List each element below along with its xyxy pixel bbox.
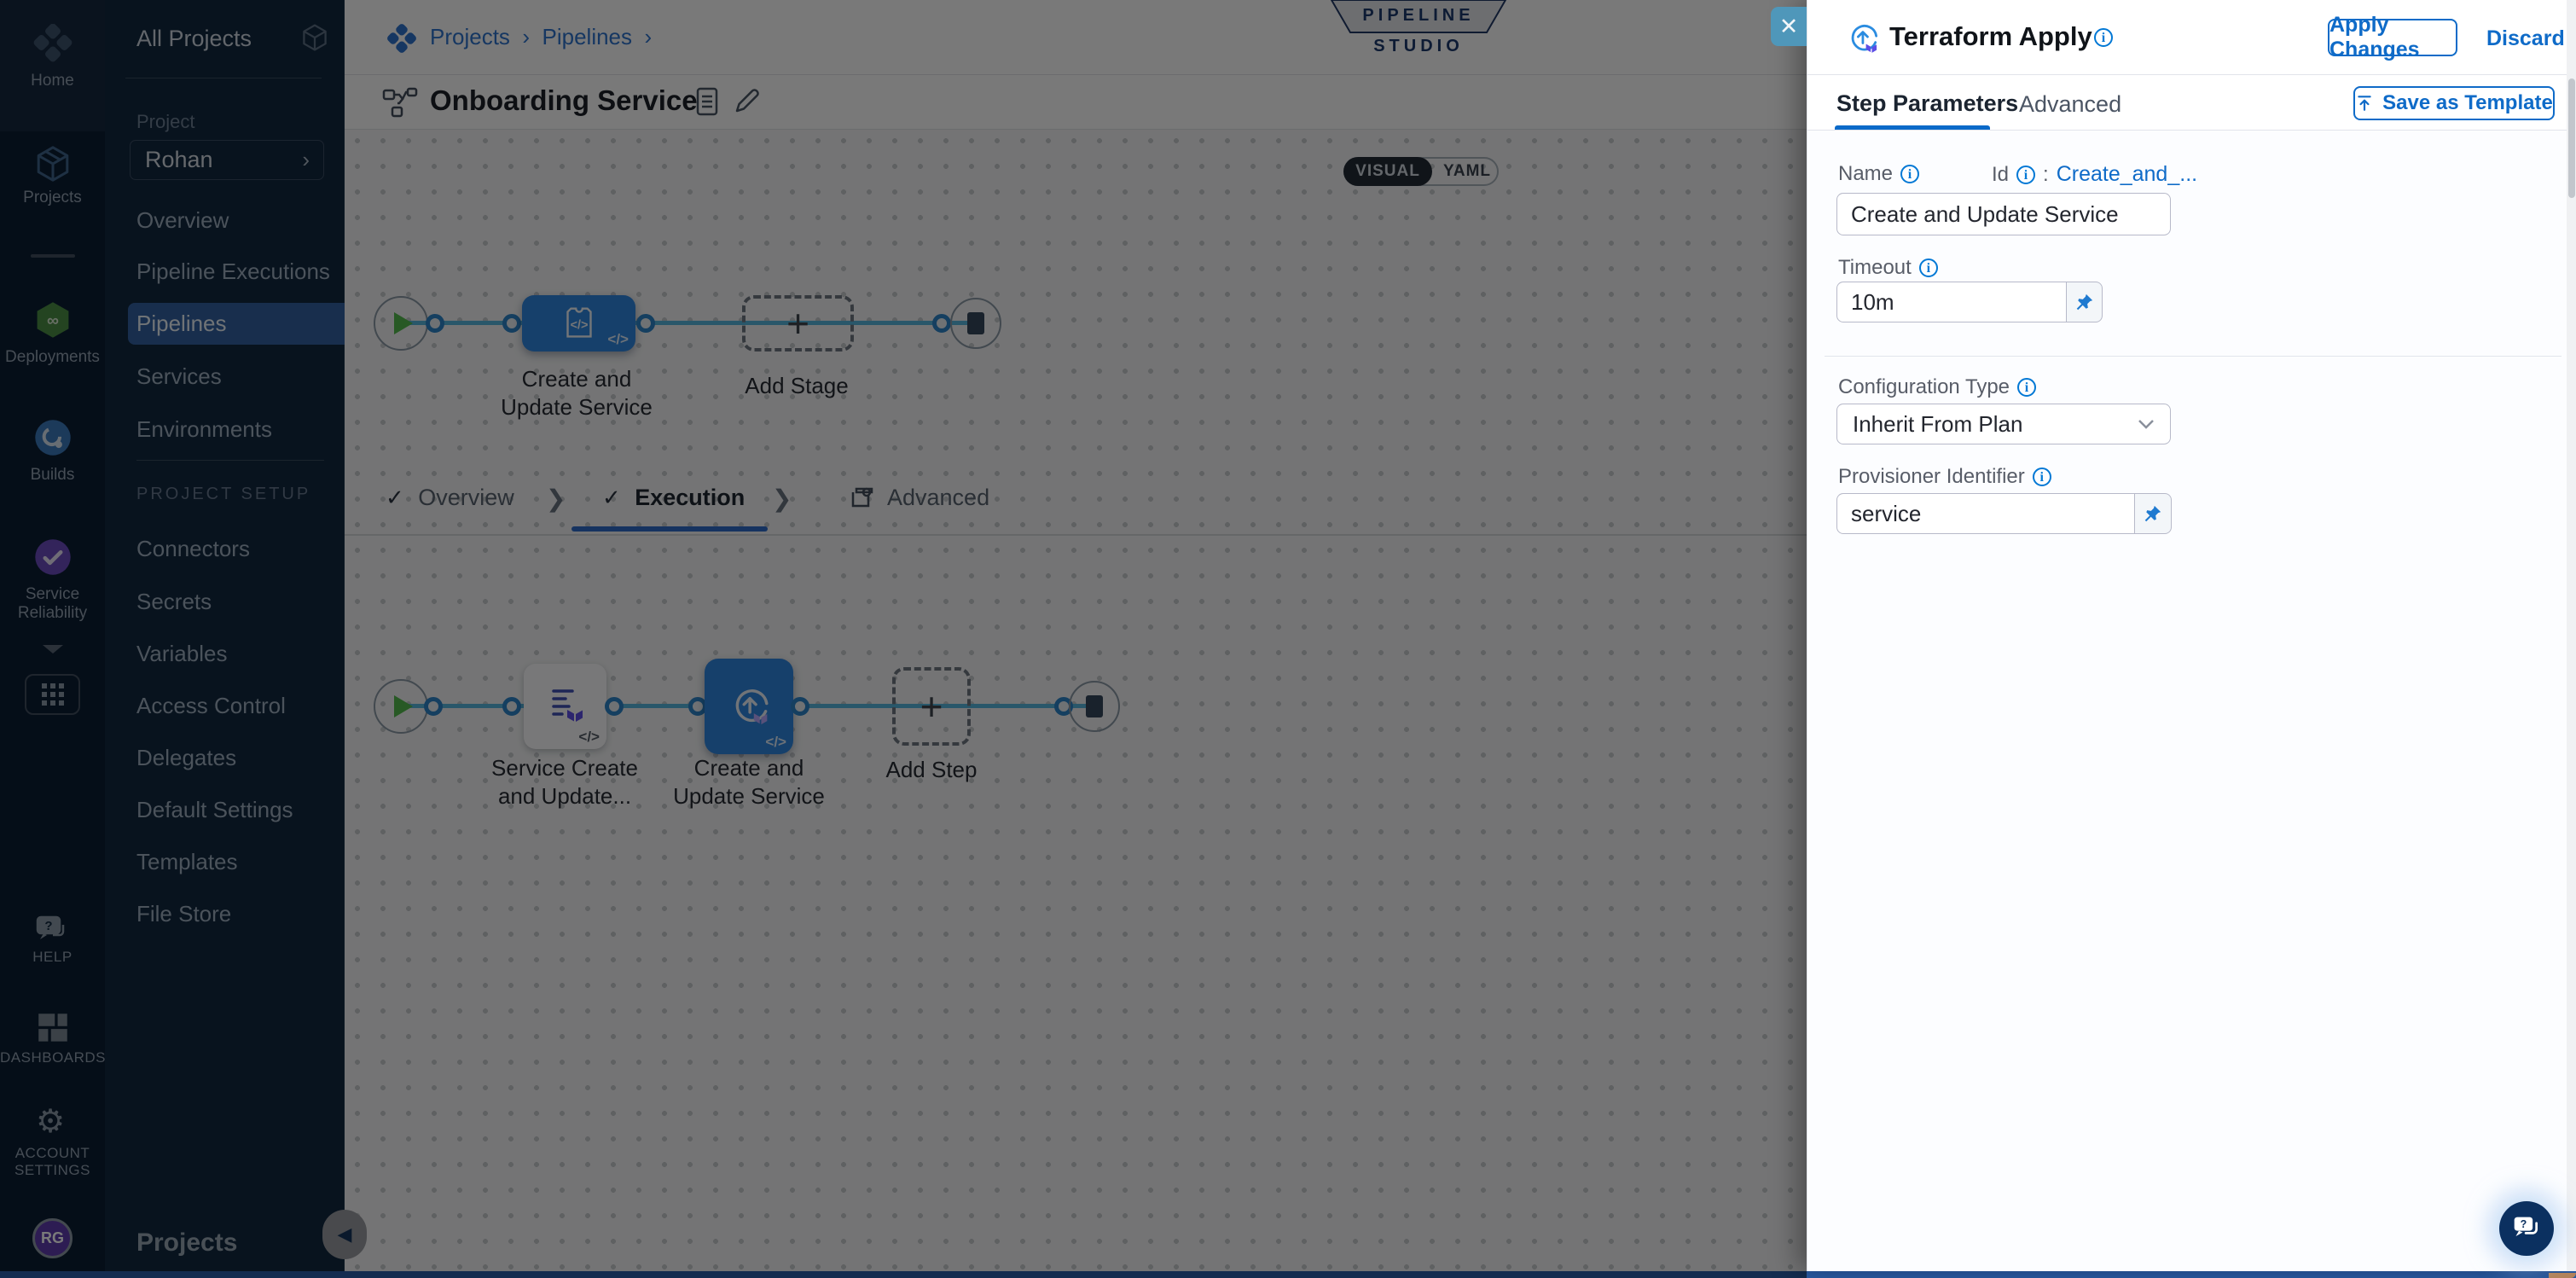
- info-icon[interactable]: i: [2033, 468, 2051, 486]
- chevron-down-icon: [2138, 419, 2155, 429]
- discard-button[interactable]: Discard: [2486, 26, 2565, 51]
- pin-icon: [2075, 293, 2094, 311]
- timeout-field-label: Timeout i: [1838, 256, 1938, 280]
- id-field: Id i : Create_and_...: [1992, 162, 2197, 187]
- tab-step-parameters[interactable]: Step Parameters: [1836, 90, 2018, 117]
- config-label-text: Configuration Type: [1838, 375, 2010, 399]
- chat-question-icon: ?: [2511, 1214, 2542, 1243]
- active-tab-underline: [1835, 125, 1990, 130]
- timeout-pin-button[interactable]: [2067, 282, 2103, 322]
- info-icon[interactable]: i: [2094, 28, 2113, 47]
- section-divider: [1825, 356, 2561, 357]
- config-type-value: Inherit From Plan: [1853, 411, 2022, 438]
- svg-text:?: ?: [2521, 1218, 2527, 1230]
- provisioner-id-label: Provisioner Identifier i: [1838, 465, 2051, 489]
- drawer-close-button[interactable]: ✕: [1771, 7, 1807, 46]
- drawer-scrollbar-thumb[interactable]: [2568, 78, 2575, 198]
- id-colon: :: [2043, 163, 2049, 187]
- save-as-template-button[interactable]: Save as Template: [2353, 86, 2555, 120]
- pin-icon: [2144, 504, 2162, 523]
- drawer-header: Terraform Apply i Apply Changes Discard: [1807, 0, 2576, 75]
- provisioner-label-text: Provisioner Identifier: [1838, 465, 2025, 489]
- provisioner-id-input[interactable]: [1836, 493, 2135, 534]
- save-as-template-label: Save as Template: [2382, 91, 2553, 115]
- help-chat-fab[interactable]: ?: [2499, 1201, 2554, 1256]
- id-value-link[interactable]: Create_and_...: [2057, 162, 2197, 187]
- apply-changes-button[interactable]: Apply Changes: [2328, 19, 2457, 56]
- id-label-text: Id: [1992, 163, 2009, 187]
- close-icon: ✕: [1779, 14, 1799, 40]
- window-corner: [2549, 1273, 2576, 1278]
- app-root: Home Projects ∞ Deployments Builds Servi…: [0, 0, 2576, 1278]
- terraform-apply-icon: [1842, 18, 1883, 63]
- timeout-label-text: Timeout: [1838, 256, 1912, 280]
- timeout-input[interactable]: [1836, 282, 2067, 322]
- upload-icon: [2355, 94, 2374, 113]
- config-type-label: Configuration Type i: [1838, 375, 2036, 399]
- drawer-title: Terraform Apply: [1889, 21, 2092, 52]
- step-config-drawer: Terraform Apply i Apply Changes Discard …: [1807, 0, 2576, 1271]
- drawer-tab-bar: Step Parameters Advanced Save as Templat…: [1807, 75, 2576, 131]
- config-type-select[interactable]: Inherit From Plan: [1836, 404, 2171, 444]
- info-icon[interactable]: i: [2016, 166, 2035, 184]
- info-icon[interactable]: i: [1900, 165, 1919, 183]
- name-label-text: Name: [1838, 162, 1893, 186]
- name-field-label: Name i: [1838, 162, 1919, 186]
- modal-scrim: [0, 0, 1807, 1278]
- info-icon[interactable]: i: [1919, 259, 1938, 277]
- provisioner-pin-button[interactable]: [2135, 493, 2172, 534]
- name-input[interactable]: [1836, 193, 2171, 235]
- info-icon[interactable]: i: [2017, 378, 2036, 397]
- tab-advanced-drawer[interactable]: Advanced: [2019, 91, 2121, 118]
